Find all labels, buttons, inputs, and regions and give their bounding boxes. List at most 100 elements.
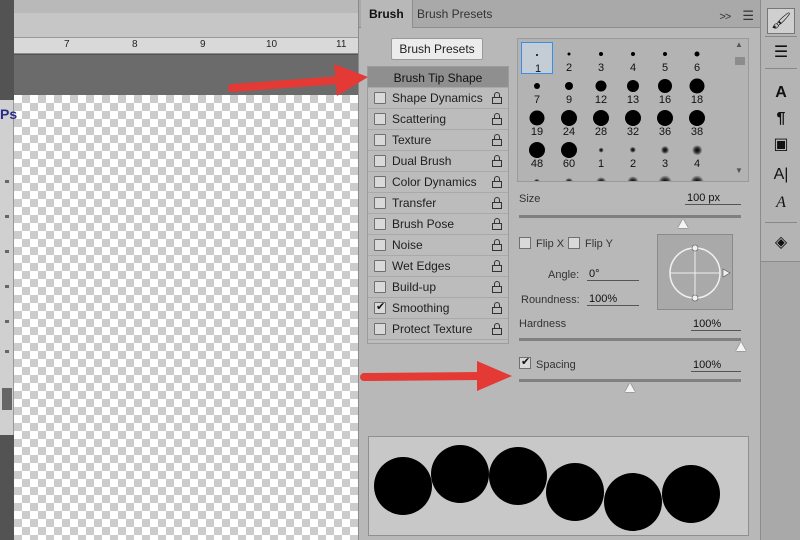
setting-noise[interactable]: Noise: [368, 235, 508, 256]
lock-icon[interactable]: [492, 260, 502, 272]
lock-icon[interactable]: [492, 281, 502, 293]
hardness-value-input[interactable]: 100%: [691, 318, 741, 331]
spacing-value-input[interactable]: 100%: [691, 359, 741, 372]
toolbar-edge: Ps: [0, 100, 17, 435]
setting-checkbox[interactable]: [374, 92, 386, 104]
brush-tip-preset[interactable]: 19: [521, 106, 553, 138]
size-value-input[interactable]: 100 px: [685, 192, 741, 205]
setting-brush-tip-shape[interactable]: Brush Tip Shape: [368, 67, 508, 88]
size-slider-track[interactable]: [519, 215, 741, 218]
lock-icon[interactable]: [492, 92, 502, 104]
brush-tip-preset[interactable]: 24: [553, 106, 585, 138]
roundness-input[interactable]: 100%: [587, 293, 639, 306]
tab-brush[interactable]: Brush: [361, 0, 413, 28]
brush-tip-preset[interactable]: 12: [585, 74, 617, 106]
brush-tip-preset[interactable]: 28: [585, 106, 617, 138]
setting-dual-brush[interactable]: Dual Brush: [368, 151, 508, 172]
brush-tip-preset[interactable]: 7: [521, 74, 553, 106]
setting-checkbox[interactable]: [374, 134, 386, 146]
setting-brush-pose[interactable]: Brush Pose: [368, 214, 508, 235]
setting-color-dynamics[interactable]: Color Dynamics: [368, 172, 508, 193]
brush-tip-preset[interactable]: [681, 170, 713, 181]
brush-tip-preset[interactable]: 16: [649, 74, 681, 106]
lock-icon[interactable]: [492, 323, 502, 335]
setting-checkbox[interactable]: [374, 176, 386, 188]
hardness-slider-track[interactable]: [519, 338, 741, 341]
lock-icon[interactable]: [492, 155, 502, 167]
brush-tip-preset[interactable]: 13: [617, 74, 649, 106]
setting-checkbox[interactable]: [374, 281, 386, 293]
tab-brush-presets[interactable]: Brush Presets: [409, 0, 500, 28]
brush-tip-preset[interactable]: 1: [521, 42, 553, 75]
lock-icon[interactable]: [492, 113, 502, 125]
setting-smoothing[interactable]: Smoothing: [368, 298, 508, 319]
brush-tip-preset[interactable]: 1: [585, 138, 617, 170]
brush-settings-icon[interactable]: ☰: [767, 40, 795, 66]
setting-checkbox[interactable]: [374, 113, 386, 125]
brush-tip-preset[interactable]: [521, 170, 553, 181]
lock-icon[interactable]: [492, 197, 502, 209]
brush-tip-preset[interactable]: [649, 170, 681, 181]
brush-tip-preset[interactable]: 9: [553, 74, 585, 106]
setting-checkbox[interactable]: [374, 260, 386, 272]
expand-icon[interactable]: >>: [719, 11, 731, 23]
setting-wet-edges[interactable]: Wet Edges: [368, 256, 508, 277]
brush-tip-preset[interactable]: 4: [681, 138, 713, 170]
setting-checkbox[interactable]: [374, 300, 386, 314]
brush-tip-dot: [593, 110, 609, 126]
setting-shape-dynamics[interactable]: Shape Dynamics: [368, 88, 508, 109]
setting-build-up[interactable]: Build-up: [368, 277, 508, 298]
tip-grid-scrollbar[interactable]: ▲ ▼: [733, 40, 745, 178]
brush-tip-preset[interactable]: 32: [617, 106, 649, 138]
lock-icon[interactable]: [492, 218, 502, 230]
setting-checkbox[interactable]: [374, 323, 386, 335]
setting-transfer[interactable]: Transfer: [368, 193, 508, 214]
brush-tip-preset[interactable]: 60: [553, 138, 585, 170]
setting-label: Dual Brush: [392, 154, 452, 168]
brush-tip-preset[interactable]: [553, 170, 585, 181]
brush-tip-preset[interactable]: 18: [681, 74, 713, 106]
glyphs-icon[interactable]: A: [767, 190, 795, 216]
spacing-slider-track[interactable]: [519, 379, 741, 382]
flip-y-checkbox[interactable]: [568, 237, 580, 249]
panel-menu-icon[interactable]: ☰: [742, 8, 754, 24]
character-icon[interactable]: A|: [767, 162, 795, 188]
brush-tip-preset[interactable]: 3: [585, 42, 617, 74]
brush-tip-preset[interactable]: [617, 170, 649, 181]
setting-checkbox[interactable]: [374, 155, 386, 167]
spacing-checkbox[interactable]: [519, 355, 531, 369]
setting-checkbox[interactable]: [374, 197, 386, 209]
hardness-slider-thumb[interactable]: [736, 342, 746, 351]
spacing-slider-thumb[interactable]: [625, 383, 635, 392]
brush-presets-button[interactable]: Brush Presets: [391, 38, 483, 60]
brush-panel-icon[interactable]: 🖌: [767, 8, 795, 34]
brush-tip-preset[interactable]: 36: [649, 106, 681, 138]
setting-scattering[interactable]: Scattering: [368, 109, 508, 130]
lock-icon[interactable]: [492, 176, 502, 188]
paragraph-icon[interactable]: ¶: [767, 106, 795, 132]
lock-icon[interactable]: [492, 134, 502, 146]
brush-tip-preset[interactable]: 5: [649, 42, 681, 74]
brush-tip-preset[interactable]: 4: [617, 42, 649, 74]
lock-icon[interactable]: [492, 302, 502, 314]
setting-checkbox[interactable]: [374, 218, 386, 230]
brush-tip-preset[interactable]: 38: [681, 106, 713, 138]
brush-tip-preset[interactable]: 3: [649, 138, 681, 170]
3d-object-icon[interactable]: ▣: [767, 132, 795, 158]
size-slider-thumb[interactable]: [678, 219, 689, 228]
setting-protect-texture[interactable]: Protect Texture: [368, 319, 508, 340]
character-styles-icon[interactable]: A: [767, 80, 795, 106]
layers-icon[interactable]: ◈: [767, 230, 795, 256]
transparent-canvas[interactable]: [14, 95, 358, 540]
brush-tip-preset[interactable]: 48: [521, 138, 553, 170]
brush-tip-preset[interactable]: 2: [617, 138, 649, 170]
angle-input[interactable]: 0°: [587, 268, 639, 281]
brush-tip-preset[interactable]: 6: [681, 42, 713, 74]
angle-roundness-widget[interactable]: [657, 234, 733, 310]
brush-tip-preset[interactable]: 2: [553, 42, 585, 74]
setting-texture[interactable]: Texture: [368, 130, 508, 151]
setting-checkbox[interactable]: [374, 239, 386, 251]
brush-tip-preset[interactable]: [585, 170, 617, 181]
flip-x-checkbox[interactable]: [519, 237, 531, 249]
lock-icon[interactable]: [492, 239, 502, 251]
